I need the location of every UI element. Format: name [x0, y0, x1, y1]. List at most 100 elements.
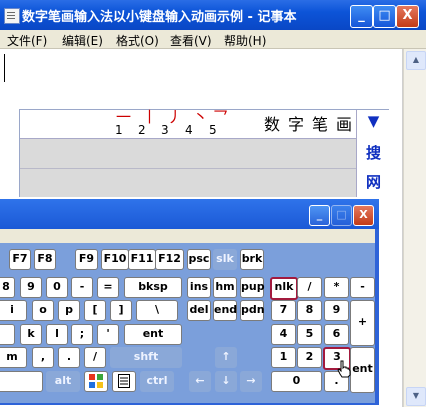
- ime-dropdown-icon[interactable]: ▼: [357, 112, 390, 130]
- osk-menu-bar: [0, 229, 375, 243]
- key-enter[interactable]: ent: [124, 324, 182, 345]
- menu-help[interactable]: 帮助(H): [224, 32, 266, 49]
- osk-minimize-button[interactable]: _: [309, 205, 330, 226]
- key-comma[interactable]: ,: [32, 347, 54, 368]
- stroke-5: 乛5: [209, 108, 229, 138]
- osk-key-area: F7 F8 F9 F10 F11 F12 psc slk brk 8 9 0 -…: [0, 243, 375, 403]
- key-hm[interactable]: hm: [213, 277, 237, 298]
- key-right-bracket[interactable]: ]: [110, 300, 132, 321]
- key-num-2[interactable]: 2: [297, 347, 322, 368]
- key-num-plus[interactable]: +: [350, 300, 375, 346]
- key-f9[interactable]: F9: [75, 249, 98, 270]
- key-k-prev[interactable]: [0, 324, 15, 345]
- key-num-0[interactable]: 0: [271, 371, 322, 392]
- key-o[interactable]: o: [32, 300, 54, 321]
- key-numlock[interactable]: nlk: [270, 277, 298, 300]
- key-ctrl[interactable]: ctrl: [140, 371, 174, 392]
- stroke-4: 丶4: [185, 108, 209, 138]
- key-pup[interactable]: pup: [240, 277, 265, 298]
- title-char-4: 画: [335, 115, 352, 134]
- key-backslash[interactable]: \: [136, 300, 178, 321]
- title-char-1: 数: [263, 115, 280, 134]
- notepad-title-bar[interactable]: 数字笔画输入法以小键盘输入动画示例 - 记事本 _ □ X: [0, 0, 426, 30]
- key-f12[interactable]: F12: [155, 249, 184, 270]
- osk-title-bar[interactable]: _ □ X: [0, 199, 379, 229]
- search-web-label-2[interactable]: 网: [357, 171, 390, 192]
- menu-edit[interactable]: 编辑(E): [62, 32, 103, 49]
- key-psc[interactable]: psc: [187, 249, 211, 270]
- key-left-bracket[interactable]: [: [84, 300, 106, 321]
- key-num-5[interactable]: 5: [297, 324, 322, 345]
- close-button[interactable]: X: [396, 5, 419, 28]
- key-f8[interactable]: F8: [34, 249, 56, 270]
- key-k[interactable]: k: [20, 324, 42, 345]
- key-f10[interactable]: F10: [101, 249, 129, 270]
- key-0[interactable]: 0: [46, 277, 68, 298]
- key-i[interactable]: i: [0, 300, 27, 321]
- ime-panel: 一1 丨2 丿3 丶4 乛5 数 字 笔 画 ▼ 搜 网: [19, 109, 390, 197]
- search-web-label-1[interactable]: 搜: [357, 142, 390, 163]
- key-num-minus[interactable]: -: [350, 277, 375, 298]
- key-equals[interactable]: =: [97, 277, 119, 298]
- key-num-star[interactable]: *: [324, 277, 349, 298]
- key-arrow-right[interactable]: →: [240, 371, 262, 392]
- key-num-7[interactable]: 7: [271, 300, 296, 321]
- key-f7[interactable]: F7: [9, 249, 31, 270]
- key-ins[interactable]: ins: [187, 277, 211, 298]
- notepad-app-icon: [4, 8, 20, 24]
- hand-cursor-icon: [337, 360, 351, 378]
- key-num-enter[interactable]: ent: [350, 347, 375, 393]
- key-f11[interactable]: F11: [128, 249, 156, 270]
- ime-input-row: 一1 丨2 丿3 丶4 乛5 数 字 笔 画: [20, 110, 356, 139]
- key-quote[interactable]: ': [97, 324, 119, 345]
- menu-bar: 文件(F) 编辑(E) 格式(O) 查看(V) 帮助(H): [0, 30, 426, 49]
- vertical-scrollbar[interactable]: ▲ ▼: [403, 49, 426, 407]
- title-char-3: 笔: [311, 115, 328, 134]
- key-del[interactable]: del: [187, 300, 211, 321]
- key-arrow-up[interactable]: ↑: [215, 347, 237, 368]
- key-space-end[interactable]: [0, 371, 43, 392]
- key-forward-slash[interactable]: /: [84, 347, 106, 368]
- key-num-8[interactable]: 8: [297, 300, 322, 321]
- key-backspace[interactable]: bksp: [124, 277, 182, 298]
- key-arrow-down[interactable]: ↓: [215, 371, 237, 392]
- key-num-slash[interactable]: /: [297, 277, 322, 298]
- key-num-4[interactable]: 4: [271, 324, 296, 345]
- key-num-9[interactable]: 9: [324, 300, 349, 321]
- windows-logo-icon: [89, 374, 103, 388]
- key-arrow-left[interactable]: ←: [189, 371, 211, 392]
- key-l[interactable]: l: [46, 324, 68, 345]
- key-period[interactable]: .: [58, 347, 80, 368]
- key-p[interactable]: p: [58, 300, 80, 321]
- key-num-6[interactable]: 6: [324, 324, 349, 345]
- key-8[interactable]: 8: [0, 277, 15, 298]
- menu-file[interactable]: 文件(F): [7, 32, 47, 49]
- maximize-button[interactable]: □: [373, 5, 396, 28]
- scroll-down-icon[interactable]: ▼: [406, 387, 426, 406]
- key-end[interactable]: end: [213, 300, 237, 321]
- ime-candidate-row-2: [20, 169, 356, 197]
- scroll-up-icon[interactable]: ▲: [406, 51, 426, 70]
- menu-key[interactable]: [112, 371, 136, 392]
- stroke-2: 丨2: [138, 108, 158, 138]
- text-caret: [4, 54, 5, 82]
- window-title: 数字笔画输入法以小键盘输入动画示例 - 记事本: [22, 10, 297, 25]
- key-brk[interactable]: brk: [240, 249, 264, 270]
- osk-close-button[interactable]: X: [353, 205, 374, 226]
- key-pdn[interactable]: pdn: [240, 300, 265, 321]
- context-menu-icon: [118, 374, 130, 388]
- windows-key[interactable]: [84, 371, 108, 392]
- key-alt[interactable]: alt: [46, 371, 80, 392]
- on-screen-keyboard-window: _ □ X F7 F8 F9 F10 F11 F12 psc slk brk 8…: [0, 199, 379, 405]
- key-num-1[interactable]: 1: [271, 347, 296, 368]
- menu-format[interactable]: 格式(O): [116, 32, 159, 49]
- key-slk[interactable]: slk: [213, 249, 237, 270]
- key-shift[interactable]: shft: [110, 347, 182, 368]
- key-m[interactable]: m: [0, 347, 27, 368]
- key-9[interactable]: 9: [20, 277, 42, 298]
- osk-body: F7 F8 F9 F10 F11 F12 psc slk brk 8 9 0 -…: [0, 229, 375, 403]
- minimize-button[interactable]: _: [350, 5, 373, 28]
- menu-view[interactable]: 查看(V): [170, 32, 212, 49]
- key-semicolon[interactable]: ;: [71, 324, 93, 345]
- key-minus[interactable]: -: [71, 277, 93, 298]
